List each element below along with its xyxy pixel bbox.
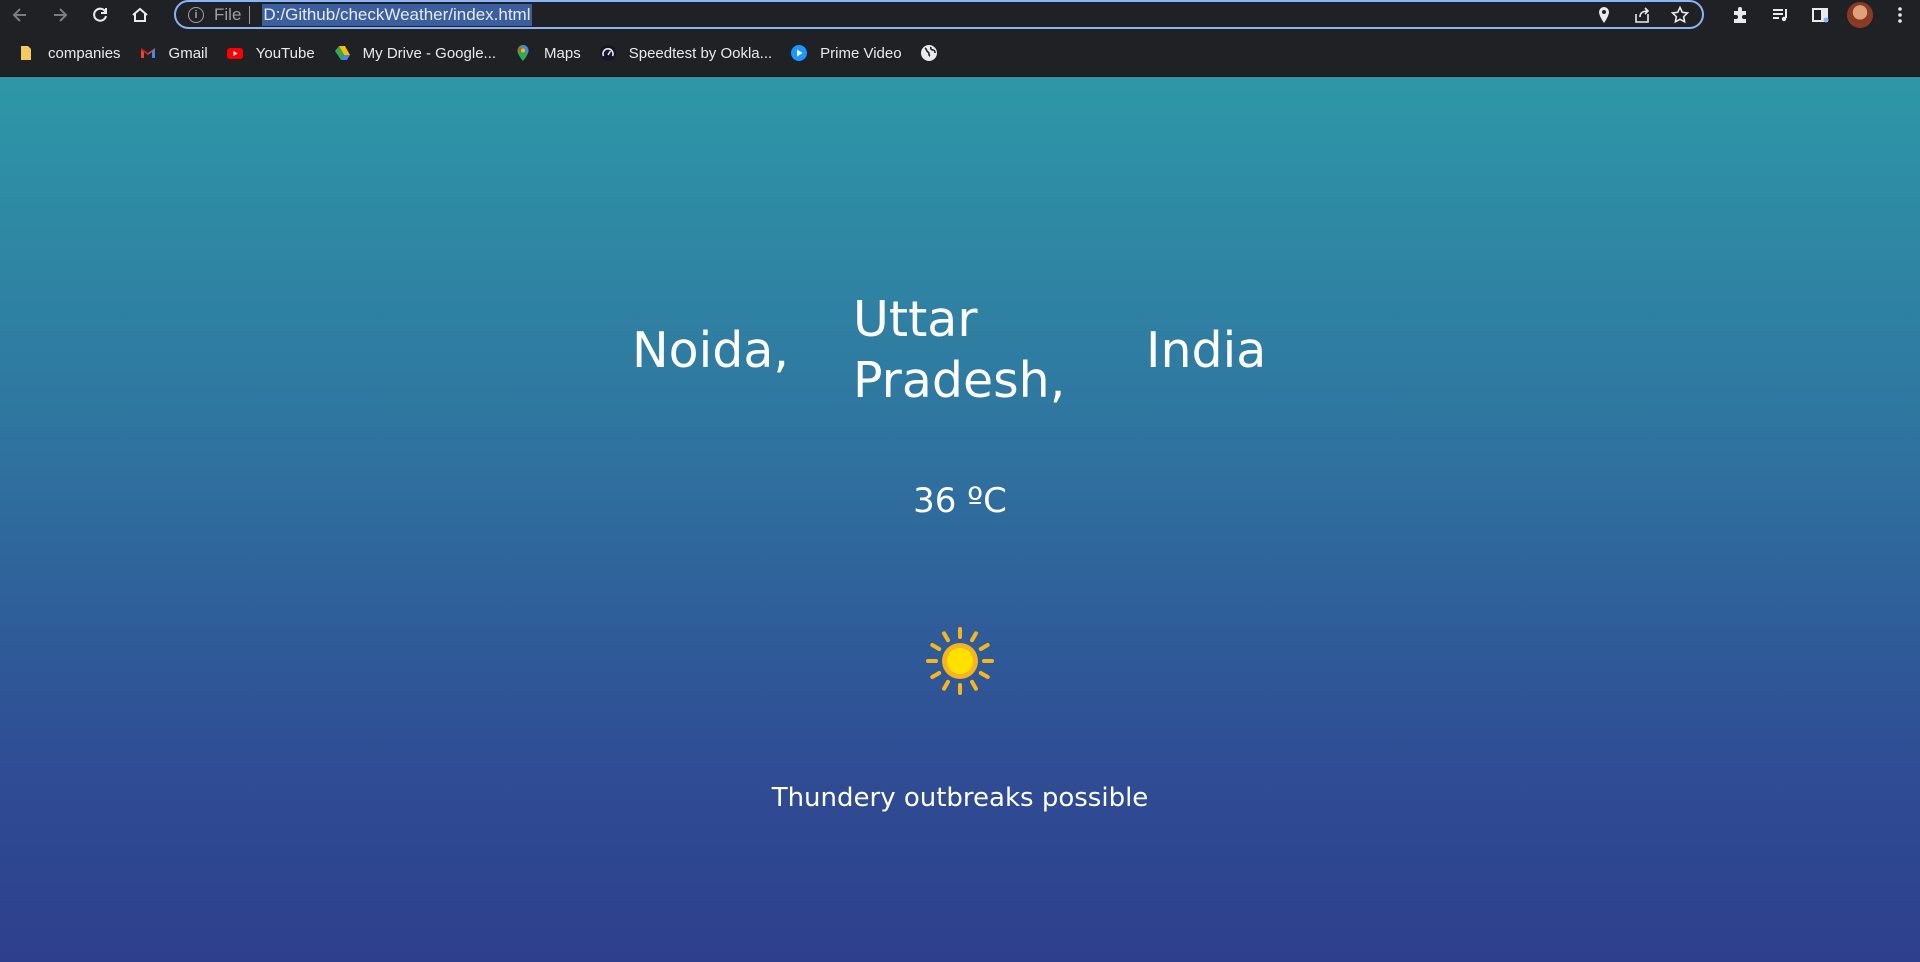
browser-toolbar: i File D:/Github/checkWeather/index.html: [0, 0, 1920, 30]
side-panel-icon: [1812, 8, 1829, 23]
bookmark-companies[interactable]: companies: [18, 44, 121, 62]
bookmark-label: companies: [48, 44, 121, 62]
address-url[interactable]: D:/Github/checkWeather/index.html: [262, 3, 532, 26]
weather-condition: Thundery outbreaks possible: [771, 783, 1149, 813]
info-icon[interactable]: i: [188, 6, 204, 23]
bookmark-label: My Drive - Google...: [362, 44, 497, 62]
youtube-icon: [226, 44, 244, 62]
bookmark-youtube[interactable]: YouTube: [226, 44, 315, 62]
home-button[interactable]: [120, 0, 160, 30]
address-bar-actions: [1594, 2, 1690, 27]
bookmark-label: Speedtest by Ookla...: [628, 44, 773, 62]
region-name: Uttar Pradesh,: [853, 291, 1066, 409]
home-icon: [132, 7, 148, 22]
reload-icon: [93, 7, 107, 22]
prime-video-icon: [790, 44, 808, 62]
address-bar[interactable]: i File D:/Github/checkWeather/index.html: [174, 0, 1704, 29]
bookmark-gmail[interactable]: Gmail: [139, 44, 208, 62]
bookmark-star-icon[interactable]: [1670, 5, 1690, 25]
bookmark-label: Gmail: [168, 44, 208, 62]
menu-button[interactable]: [1880, 0, 1920, 30]
bookmark-maps[interactable]: Maps: [514, 44, 581, 62]
bookmark-label: Maps: [544, 44, 581, 62]
share-icon[interactable]: [1632, 5, 1652, 25]
bookmarks-bar: companies Gmail YouTube My Drive - Googl…: [0, 30, 1920, 77]
bookmark-label: Prime Video: [820, 44, 902, 62]
country-name: India: [1146, 322, 1267, 379]
bookmark-speedtest[interactable]: Speedtest by Ookla...: [599, 44, 772, 62]
toolbar-right-icons: [1720, 0, 1920, 30]
back-button[interactable]: [0, 0, 40, 30]
google-maps-icon: [514, 44, 532, 62]
reload-button[interactable]: [80, 0, 120, 30]
weather-page: Noida, Uttar Pradesh, India 36 ºC Thunde…: [0, 77, 1920, 962]
temperature: 36 ºC: [913, 481, 1007, 521]
forward-button[interactable]: [40, 0, 80, 30]
avatar: [1847, 2, 1873, 28]
bookmark-google-drive[interactable]: My Drive - Google...: [333, 44, 496, 62]
arrow-left-icon: [12, 8, 26, 22]
globe-icon: [920, 44, 938, 62]
arrow-right-icon: [54, 8, 68, 22]
kebab-menu-icon: [1898, 7, 1902, 23]
address-scheme: File: [214, 4, 242, 24]
speedtest-icon: [599, 44, 617, 62]
side-panel-button[interactable]: [1800, 0, 1840, 30]
city-name: Noida,: [632, 322, 789, 379]
bookmark-prime-video[interactable]: Prime Video: [790, 44, 902, 62]
address-separator: [249, 5, 251, 24]
google-drive-icon: [333, 44, 351, 62]
extensions-button[interactable]: [1720, 0, 1760, 30]
playlist-icon: [1773, 9, 1787, 22]
media-button[interactable]: [1760, 0, 1800, 30]
sun-icon: [926, 627, 994, 695]
profile-button[interactable]: [1840, 0, 1880, 30]
puzzle-icon: [1734, 7, 1746, 23]
folder-icon: [18, 44, 36, 62]
location-pin-icon[interactable]: [1594, 5, 1614, 25]
bookmark-globe[interactable]: [920, 44, 950, 62]
gmail-icon: [139, 44, 157, 62]
bookmark-label: YouTube: [255, 44, 315, 62]
